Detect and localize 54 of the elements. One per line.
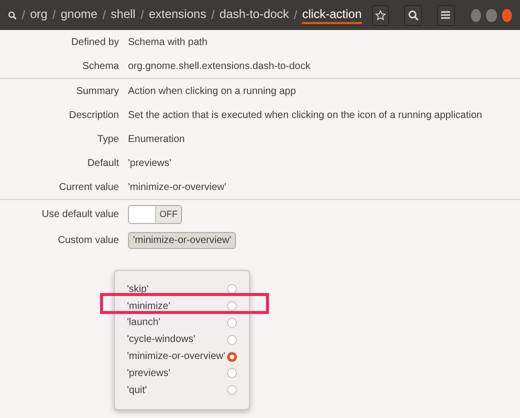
path-separator: / xyxy=(22,8,26,22)
option-item[interactable]: 'previews' xyxy=(115,364,249,382)
path-separator: / xyxy=(140,8,144,22)
path-separator: / xyxy=(52,8,56,22)
search-button[interactable] xyxy=(404,4,422,26)
property-value: Set the action that is executed when clicking on the icon of a running application xyxy=(128,110,482,120)
path-segment[interactable]: extensions xyxy=(148,6,206,24)
option-item[interactable]: 'minimize-or-overview' xyxy=(115,348,249,365)
option-item[interactable]: 'skip' xyxy=(115,281,249,298)
path-segment[interactable]: shell xyxy=(110,6,136,24)
path-segment[interactable]: org xyxy=(30,6,48,24)
option-item[interactable]: 'cycle-windows' xyxy=(115,331,249,348)
toggle-switch[interactable]: OFF xyxy=(128,204,182,224)
use-default-label: Use default value xyxy=(40,208,120,220)
path-separator: / xyxy=(294,8,298,22)
property-label: Type xyxy=(96,134,120,144)
property-value: Schema with path xyxy=(128,36,208,48)
custom-value-label: Custom value xyxy=(56,234,120,246)
path-segment[interactable]: click-action xyxy=(302,6,362,24)
path-segment[interactable]: gnome xyxy=(60,6,98,24)
property-label: Description xyxy=(68,110,120,120)
property-value: Action when clicking on a running app xyxy=(128,86,296,96)
value-dropdown[interactable]: 'minimize-or-overview' xyxy=(128,232,236,248)
option-item[interactable]: 'launch' xyxy=(115,314,249,332)
property-label: Summary xyxy=(75,86,120,96)
radio-button[interactable] xyxy=(227,368,237,378)
minimize-button[interactable] xyxy=(471,8,482,22)
property-label: Default xyxy=(86,158,120,168)
property-value: Enumeration xyxy=(128,134,185,144)
radio-button[interactable] xyxy=(227,284,237,294)
path-segment[interactable]: dash-to-dock xyxy=(220,6,289,24)
bookmark-button[interactable] xyxy=(372,4,390,26)
path-separator: / xyxy=(102,8,106,22)
option-item[interactable]: 'minimize' xyxy=(115,298,249,315)
menu-button[interactable] xyxy=(436,4,455,26)
star-icon xyxy=(375,10,386,20)
radio-button[interactable] xyxy=(227,301,237,312)
search-icon xyxy=(408,10,419,20)
radio-button[interactable] xyxy=(227,385,237,396)
radio-button[interactable] xyxy=(227,318,237,328)
property-label: Defined by xyxy=(70,36,120,48)
property-label: Schema xyxy=(81,60,120,72)
menu-icon xyxy=(441,11,450,19)
close-button[interactable] xyxy=(502,8,512,22)
property-label: Current value xyxy=(58,182,120,192)
search-icon xyxy=(8,10,17,20)
property-value: 'previews' xyxy=(128,158,172,168)
radio-button[interactable] xyxy=(227,352,237,362)
property-value: org.gnome.shell.extensions.dash-to-dock xyxy=(128,60,310,72)
radio-button[interactable] xyxy=(227,334,237,345)
option-item[interactable]: 'quit' xyxy=(115,382,249,399)
property-value: 'minimize-or-overview' xyxy=(128,182,226,192)
path-separator: / xyxy=(211,8,215,22)
maximize-button[interactable] xyxy=(486,8,497,22)
